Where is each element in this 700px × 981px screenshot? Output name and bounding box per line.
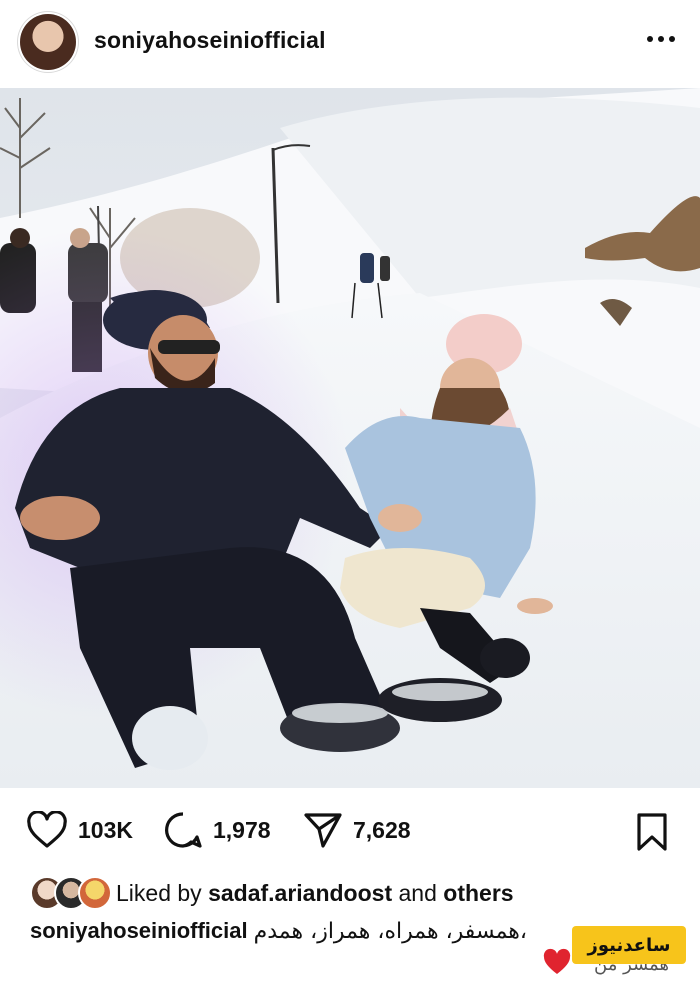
bookmark-icon: [637, 813, 667, 851]
share-count: 7,628: [353, 816, 411, 843]
post-photo[interactable]: [0, 88, 700, 788]
watermark-logo: ساعدنیوز: [572, 926, 686, 964]
liked-by-user[interactable]: sadaf.ariandoost: [208, 880, 392, 906]
comment-button[interactable]: 1,978: [163, 810, 271, 850]
snow-scene-illustration: [0, 88, 700, 788]
caption-username[interactable]: soniyahoseiniofficial: [30, 918, 248, 943]
liked-by-text: Liked by sadaf.ariandoost and others: [116, 880, 514, 907]
post-caption: soniyahoseiniofficial همسفر، همراه، همراز…: [30, 918, 527, 944]
comment-count: 1,978: [213, 816, 271, 843]
share-button[interactable]: 7,628: [303, 810, 411, 850]
post-actions-bar: 103K 1,978 7,628: [0, 798, 700, 866]
comment-icon: [165, 812, 202, 848]
liker-avatar[interactable]: [78, 876, 112, 910]
profile-avatar[interactable]: [20, 14, 76, 70]
liked-by-row: Liked by sadaf.ariandoost and others: [0, 870, 700, 914]
post-header: soniyahoseiniofficial: [0, 0, 700, 88]
red-heart-icon: [542, 948, 572, 981]
like-button[interactable]: 103K: [26, 810, 133, 850]
like-count: 103K: [78, 816, 133, 843]
save-button[interactable]: [634, 812, 670, 857]
heart-icon: [27, 811, 67, 848]
caption-text: همسفر، همراه، همراز، همدم،: [253, 919, 527, 944]
liked-by-and: and: [398, 880, 437, 906]
more-options-icon[interactable]: [644, 24, 678, 54]
liked-by-others[interactable]: others: [443, 880, 513, 906]
post-username[interactable]: soniyahoseiniofficial: [94, 27, 326, 54]
paper-plane-icon: [304, 813, 342, 848]
liked-by-prefix: Liked by: [116, 880, 202, 906]
